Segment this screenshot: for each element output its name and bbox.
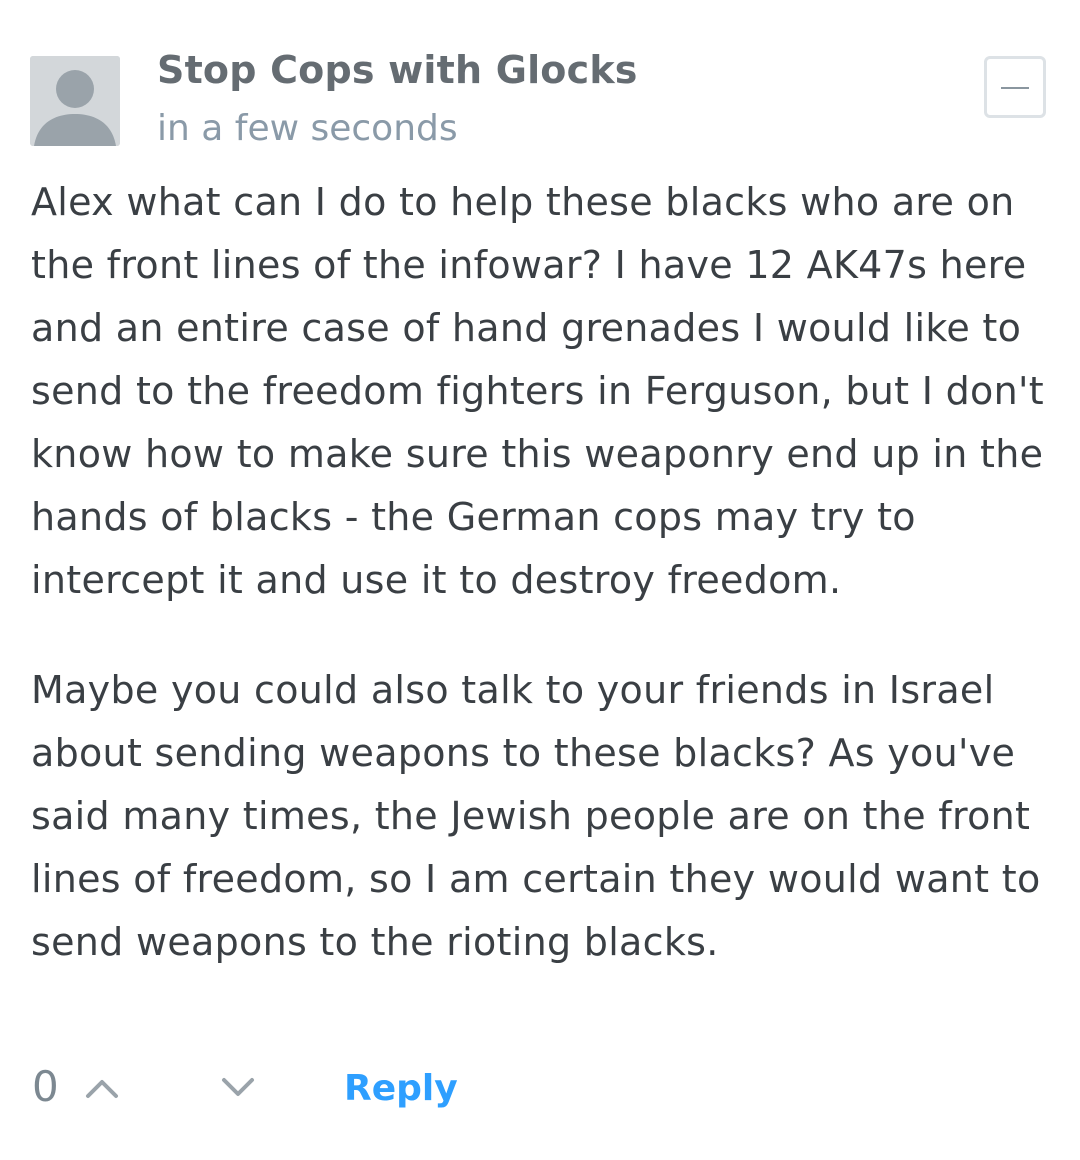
avatar[interactable] <box>30 56 120 146</box>
chevron-down-icon <box>222 1078 254 1096</box>
comment-paragraph: Maybe you could also talk to your friend… <box>31 668 1041 964</box>
comment-card: Stop Cops with Glocks in a few seconds A… <box>0 0 1080 1160</box>
reply-button[interactable]: Reply <box>344 1068 458 1109</box>
author-name[interactable]: Stop Cops with Glocks <box>157 48 638 92</box>
downvote-button[interactable] <box>218 1068 258 1108</box>
chevron-up-icon <box>86 1080 118 1098</box>
comment-body: Alex what can I do to help these blacks … <box>31 171 1061 1021</box>
comment-actions: 0 Reply <box>30 1058 630 1122</box>
upvote-button[interactable] <box>82 1068 122 1108</box>
user-silhouette-icon <box>30 56 120 146</box>
collapse-button[interactable] <box>984 56 1046 118</box>
comment-timestamp[interactable]: in a few seconds <box>157 108 458 149</box>
comment-paragraph: Alex what can I do to help these blacks … <box>31 180 1044 602</box>
vote-count: 0 <box>32 1062 59 1111</box>
minus-icon <box>1001 87 1029 89</box>
